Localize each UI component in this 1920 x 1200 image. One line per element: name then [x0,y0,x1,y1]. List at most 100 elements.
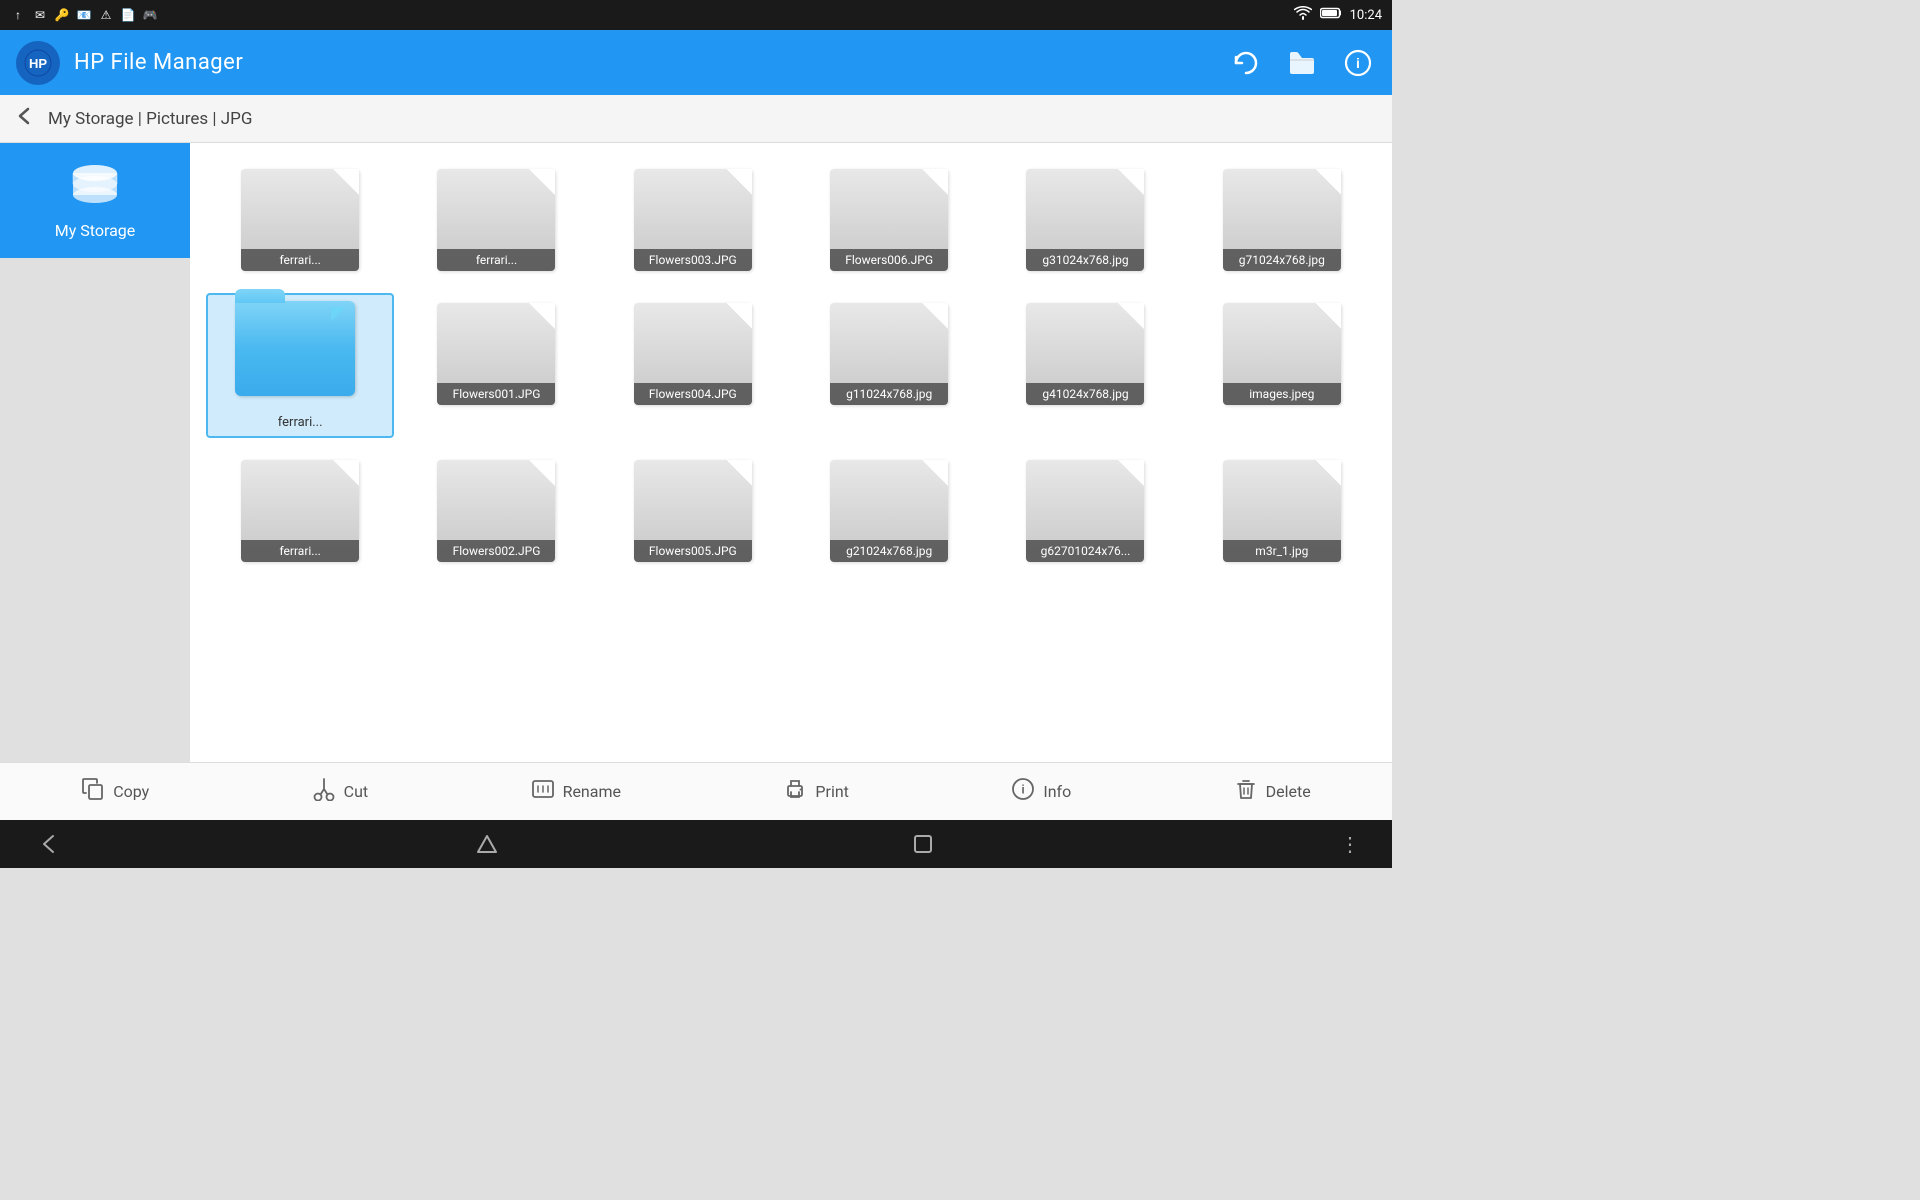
doc-icon: Flowers002.JPG [431,456,561,566]
android-nav-bar: ⋮ [0,820,1392,868]
status-bar: ↑ ✉ 🔑 📧 ⚠ 📄 🎮 10:24 [0,0,1392,30]
svg-text:i: i [1022,782,1025,796]
back-nav-button[interactable] [30,824,70,864]
print-icon [783,777,807,807]
breadcrumb-bar: My Storage | Pictures | JPG [0,95,1392,143]
wifi-icon [1294,6,1312,24]
file-item-f14[interactable]: Flowers002.JPG [402,450,590,572]
doc-icon: g71024x768.jpg [1217,165,1347,275]
info-label: Info [1043,782,1071,801]
file-item-f4[interactable]: Flowers006.JPG [795,159,983,281]
header-left: HP HP File Manager [16,41,243,85]
file-label: g71024x768.jpg [1223,249,1341,271]
file-label: Flowers002.JPG [437,540,555,562]
file-item-f12[interactable]: images.jpeg [1188,293,1376,438]
info-btn-icon: i [1011,777,1035,807]
print-label: Print [815,782,848,801]
rename-icon [531,777,555,807]
file-label: Flowers003.JPG [634,249,752,271]
file-item-f7[interactable]: ◤ ferrari... [206,293,394,438]
recent-nav-button[interactable] [903,824,943,864]
sidebar: My Storage [0,143,190,762]
file-label: g62701024x76... [1026,540,1144,562]
app-logo: HP [16,41,60,85]
app-title: HP File Manager [74,50,243,75]
mail-icon: 📧 [76,7,92,23]
rename-label: Rename [563,782,621,801]
file-item-f15[interactable]: Flowers005.JPG [599,450,787,572]
file-item-f17[interactable]: g62701024x76... [991,450,1179,572]
back-button[interactable] [14,105,36,133]
time-display: 10:24 [1350,8,1382,23]
file-item-f6[interactable]: g71024x768.jpg [1188,159,1376,281]
sidebar-item-my-storage[interactable]: My Storage [0,143,190,258]
svg-text:HP: HP [29,56,47,71]
doc-icon: ferrari... [431,165,561,275]
header-actions: i [1228,45,1376,81]
sidebar-item-label-my-storage: My Storage [55,221,136,240]
file-item-f5[interactable]: g31024x768.jpg [991,159,1179,281]
doc-icon: g11024x768.jpg [824,299,954,409]
home-nav-button[interactable] [467,824,507,864]
file-label: m3r_1.jpg [1223,540,1341,562]
info-header-button[interactable]: i [1340,45,1376,81]
cut-icon [312,777,336,807]
doc-icon: g31024x768.jpg [1020,165,1150,275]
cut-label: Cut [344,782,368,801]
file-item-f3[interactable]: Flowers003.JPG [599,159,787,281]
vpn-icon: 🔑 [54,7,70,23]
info-button[interactable]: i Info [993,769,1089,815]
doc-icon: Flowers003.JPG [628,165,758,275]
file-item-f8[interactable]: Flowers001.JPG [402,293,590,438]
file-label: Flowers004.JPG [634,383,752,405]
cut-button[interactable]: Cut [294,769,386,815]
doc-icon: Flowers005.JPG [628,456,758,566]
file-item-f9[interactable]: Flowers004.JPG [599,293,787,438]
svg-text:i: i [1356,55,1360,71]
print-button[interactable]: Print [765,769,866,815]
file-label: g31024x768.jpg [1026,249,1144,271]
folder-corner: ◤ [331,303,351,323]
doc-icon: Flowers004.JPG [628,299,758,409]
rename-button[interactable]: Rename [513,769,639,815]
file-item-f13[interactable]: ferrari... [206,450,394,572]
file-item-f10[interactable]: g11024x768.jpg [795,293,983,438]
doc-icon: Flowers006.JPG [824,165,954,275]
file-item-f16[interactable]: g21024x768.jpg [795,450,983,572]
file-name: ferrari... [278,415,323,430]
file-label: g41024x768.jpg [1026,383,1144,405]
doc-icon: m3r_1.jpg [1217,456,1347,566]
doc-icon: g21024x768.jpg [824,456,954,566]
doc-icon: g62701024x76... [1020,456,1150,566]
refresh-button[interactable] [1228,45,1264,81]
file-label: Flowers006.JPG [830,249,948,271]
file-item-f2[interactable]: ferrari... [402,159,590,281]
file-label: g11024x768.jpg [830,383,948,405]
delete-icon [1234,777,1258,807]
file-label: g21024x768.jpg [830,540,948,562]
folder-icon: ◤ [235,301,365,411]
file-item-f18[interactable]: m3r_1.jpg [1188,450,1376,572]
main-content: My Storage ferrari... ferrari... [0,143,1392,762]
nav-dots[interactable]: ⋮ [1340,832,1362,856]
copy-icon [81,777,105,807]
file-label: ferrari... [437,249,555,271]
copy-button[interactable]: Copy [63,769,167,815]
gmail-icon: ✉ [32,7,48,23]
doc-icon: ferrari... [235,456,365,566]
file-label: ferrari... [241,540,359,562]
game-icon: 🎮 [142,7,158,23]
file-label: ferrari... [241,249,359,271]
file-item-f11[interactable]: g41024x768.jpg [991,293,1179,438]
file-label: images.jpeg [1223,383,1341,405]
delete-button[interactable]: Delete [1216,769,1329,815]
file-item-f1[interactable]: ferrari... [206,159,394,281]
delete-label: Delete [1266,782,1311,801]
file-label: Flowers005.JPG [634,540,752,562]
breadcrumb-path: My Storage | Pictures | JPG [48,109,252,129]
alert-icon: ⚠ [98,7,114,23]
folder-button[interactable] [1284,45,1320,81]
status-right: 10:24 [1294,6,1382,24]
copy-label: Copy [113,782,149,801]
doc-icon: images.jpeg [1217,299,1347,409]
